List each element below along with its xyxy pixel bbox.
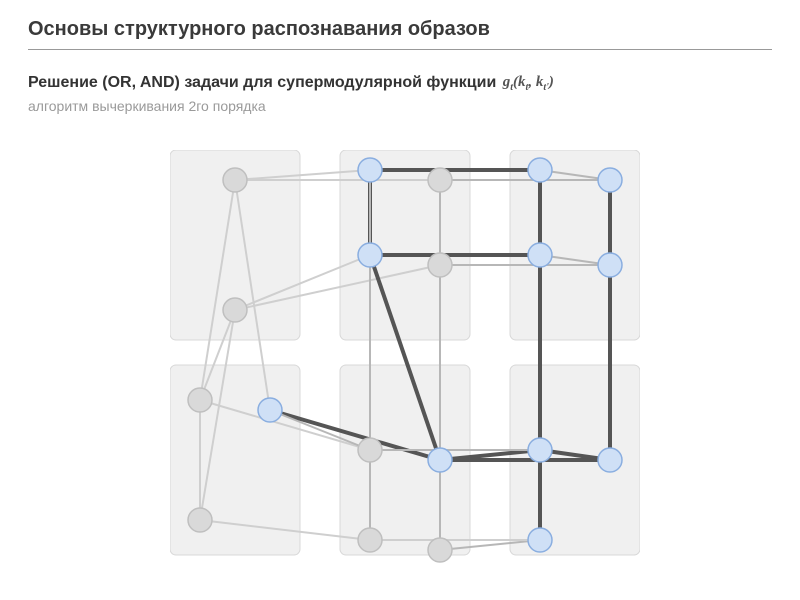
diagram-node	[223, 168, 247, 192]
diagram-node	[428, 538, 452, 562]
page-title: Основы структурного распознавания образо…	[28, 18, 772, 41]
diagram-node	[598, 168, 622, 192]
formula: gt(kt, kt')	[503, 74, 554, 90]
diagram-node	[358, 158, 382, 182]
diagram-node	[598, 253, 622, 277]
diagram-node	[223, 298, 247, 322]
diagram-node	[528, 528, 552, 552]
diagram-svg	[170, 150, 640, 570]
diagram	[170, 150, 640, 570]
diagram-node	[428, 448, 452, 472]
subtitle-text: Решение (OR, AND) задачи для супермодуля…	[28, 74, 496, 91]
subtitle: Решение (OR, AND) задачи для супермодуля…	[28, 74, 772, 94]
diagram-node	[358, 243, 382, 267]
diagram-node	[528, 158, 552, 182]
diagram-node	[598, 448, 622, 472]
diagram-node	[528, 243, 552, 267]
diagram-node	[358, 528, 382, 552]
slide: Основы структурного распознавания образо…	[0, 0, 800, 600]
subtitle-secondary: алгоритм вычеркивания 2го порядка	[28, 98, 772, 114]
diagram-node	[358, 438, 382, 462]
diagram-node	[258, 398, 282, 422]
diagram-node	[528, 438, 552, 462]
title-divider	[28, 49, 772, 50]
diagram-node	[188, 508, 212, 532]
diagram-node	[188, 388, 212, 412]
diagram-node	[428, 253, 452, 277]
diagram-node	[428, 168, 452, 192]
